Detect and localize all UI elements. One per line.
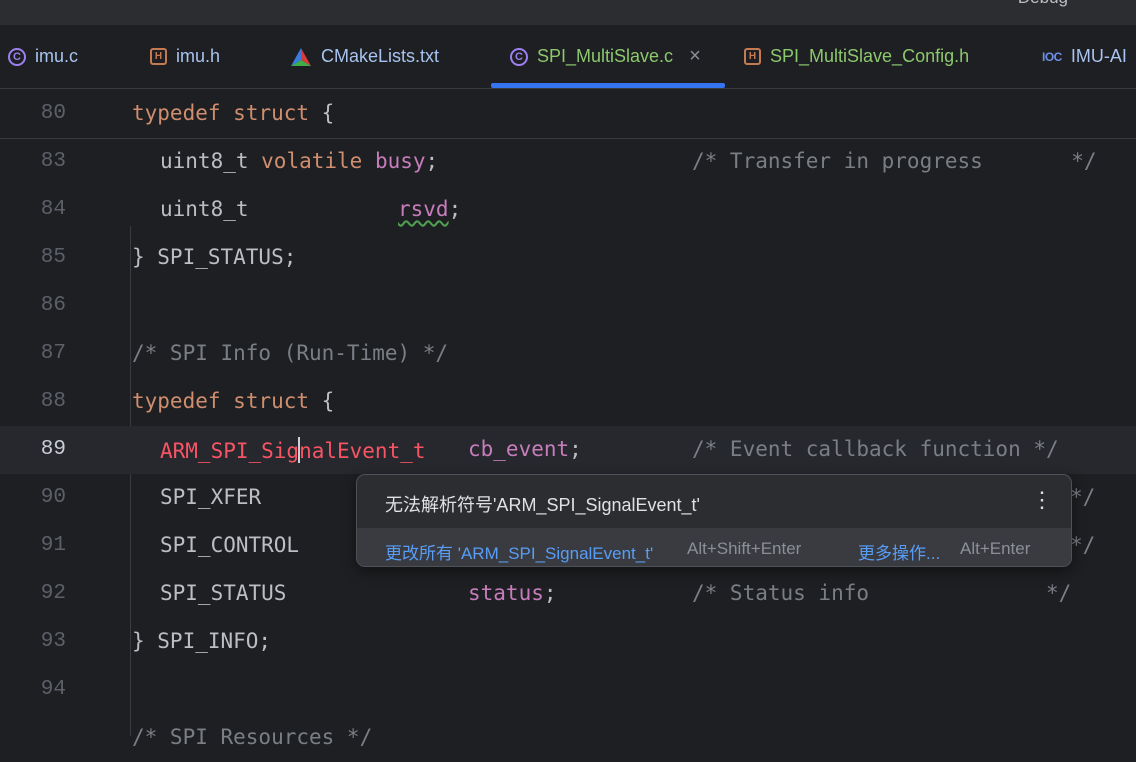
current-code-line[interactable]: 89 ARM_SPI_SignalEvent_t cb_event; /* Ev… [0,426,1136,474]
line-number: 90 [40,486,66,509]
line-number: 80 [40,102,66,125]
title-bar: Debug [0,0,1136,25]
change-all-action[interactable]: 更改所有 'ARM_SPI_SignalEvent_t' [385,539,653,564]
tab-cmakelists[interactable]: CMakeLists.txt [290,25,439,88]
line-number: 83 [40,150,66,173]
code-line[interactable]: 94 [0,666,1136,714]
code-comment: /* Status info */ [692,581,1072,605]
editor-tab-bar: C imu.c H imu.h CMakeLists.txt C SPI_Mul… [0,25,1136,89]
code-field: cb_event; [468,437,582,461]
tab-spi-multislave-config-h[interactable]: H SPI_MultiSlave_Config.h [744,25,969,88]
code-text: uint8_t [160,197,249,221]
code-field: status; [468,581,557,605]
line-number: 85 [40,246,66,269]
code-comment: */ [1070,485,1096,509]
code-line[interactable]: 86 [0,282,1136,330]
line-number: 86 [40,294,66,317]
close-icon[interactable]: × [689,45,701,68]
line-number: 84 [40,198,66,221]
code-text: } SPI_INFO; [132,629,272,653]
c-file-icon: C [8,47,26,66]
code-editor[interactable]: 80 typedef struct { 83 uint8_t volatile … [0,89,1136,749]
line-number: 88 [40,390,66,413]
code-comment: /* Event callback function */ [692,437,1059,461]
run-config-label[interactable]: Debug [1018,0,1068,8]
code-text: } SPI_STATUS; [132,245,297,269]
line-number: 89 [40,438,66,461]
ioc-file-icon: IOC [1042,49,1062,64]
code-text: uint8_t volatile busy; [160,149,439,173]
tab-imu-h[interactable]: H imu.h [150,25,220,88]
more-options-icon[interactable]: ⋮ [1031,487,1053,513]
code-comment: */ [1070,533,1096,557]
line-number: 87 [40,342,66,365]
code-line[interactable]: 84 uint8_t rsvd; [0,186,1136,234]
code-line[interactable]: 83 uint8_t volatile busy; /* Transfer in… [0,138,1136,186]
code-line[interactable]: 87 /* SPI Info (Run-Time) */ [0,330,1136,378]
line-number: 94 [40,678,66,701]
more-actions-link[interactable]: 更多操作... [858,539,940,564]
code-comment: /* Transfer in progress */ [692,149,1097,173]
h-file-icon: H [744,48,761,65]
code-text: typedef struct { [132,101,335,125]
tab-label: SPI_MultiSlave.c [537,46,674,66]
tab-label: IMU-AI [1070,46,1127,66]
code-comment: /* SPI Resources */ [132,725,373,749]
code-text: typedef struct { [132,389,335,413]
code-line[interactable]: /* SPI Resources */ [0,714,1136,762]
tab-imu-c[interactable]: C imu.c [8,25,78,88]
code-line[interactable]: 93 } SPI_INFO; [0,618,1136,666]
code-text: SPI_STATUS [160,581,287,605]
code-text: ARM_SPI_SignalEvent_t [160,437,426,463]
code-text: SPI_CONTROL [160,533,300,557]
tab-spi-multislave-c[interactable]: C SPI_MultiSlave.c × [510,25,701,88]
h-file-icon: H [150,48,167,65]
error-message: 无法解析符号'ARM_SPI_SignalEvent_t' [385,495,700,515]
tab-imu-ioc[interactable]: IOC IMU-AI [1042,25,1127,88]
sticky-header-line[interactable]: 80 typedef struct { [0,90,1136,139]
tab-label: imu.c [35,46,79,66]
code-text: SPI_XFER [160,485,262,509]
code-line[interactable]: 88 typedef struct { [0,378,1136,426]
cmake-icon [290,47,312,67]
more-actions-shortcut: Alt+Enter [960,539,1031,558]
active-tab-indicator [491,83,725,88]
tab-label: CMakeLists.txt [321,46,440,66]
change-all-shortcut: Alt+Shift+Enter [687,539,802,558]
code-line[interactable]: 85 } SPI_STATUS; [0,234,1136,282]
code-line[interactable]: 92 SPI_STATUS status; /* Status info */ [0,570,1136,618]
line-number: 92 [40,582,66,605]
code-comment: /* SPI Info (Run-Time) */ [132,341,449,365]
tab-label: SPI_MultiSlave_Config.h [770,46,970,66]
line-number: 91 [40,534,66,557]
c-file-icon: C [510,47,528,66]
code-field: rsvd; [398,197,462,221]
tab-label: imu.h [176,46,221,66]
line-number: 93 [40,630,66,653]
error-quickfix-popup: 无法解析符号'ARM_SPI_SignalEvent_t' ⋮ 更改所有 'AR… [356,474,1072,567]
popup-actions-bar: 更改所有 'ARM_SPI_SignalEvent_t' Alt+Shift+E… [357,528,1071,566]
